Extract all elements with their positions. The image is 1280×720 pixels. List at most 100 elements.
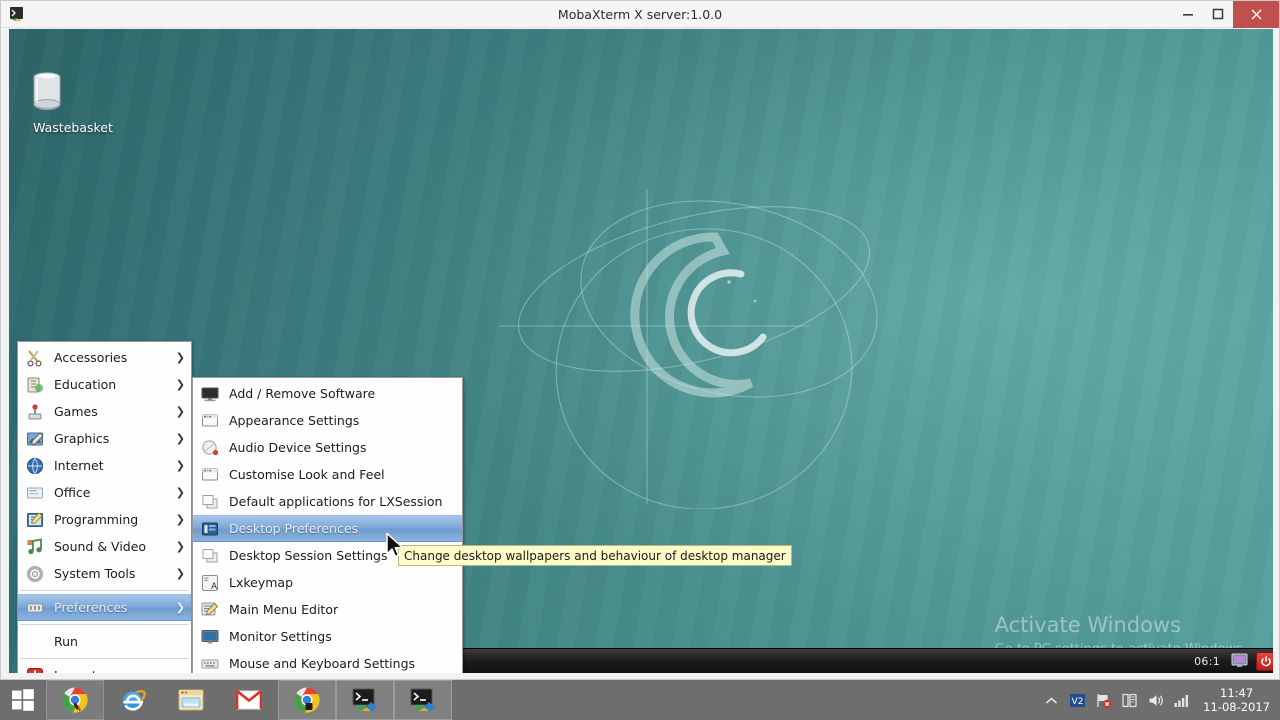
start-button[interactable] bbox=[0, 680, 46, 720]
submenu-item-label: Add / Remove Software bbox=[229, 386, 376, 401]
accessories-icon bbox=[25, 348, 45, 368]
menu-item-label: Graphics bbox=[54, 431, 110, 446]
office-icon bbox=[25, 483, 45, 503]
mouse-cursor bbox=[386, 532, 404, 558]
taskbar-gmail[interactable] bbox=[220, 680, 278, 720]
menu-item-label: System Tools bbox=[54, 566, 136, 581]
taskbar-mobaxterm-2[interactable] bbox=[394, 680, 452, 720]
close-button[interactable] bbox=[1233, 0, 1279, 28]
windows-taskbar[interactable]: V2 11:47 11-08-2017 bbox=[0, 680, 1280, 720]
signal-bars-icon[interactable] bbox=[1173, 692, 1190, 709]
menu-item-logout[interactable]: Logout bbox=[18, 662, 191, 673]
chevron-right-icon: ❯ bbox=[175, 567, 185, 580]
menu-item-label: Logout bbox=[54, 668, 185, 673]
submenu-item-mouse-and-keyboard-settings[interactable]: Mouse and Keyboard Settings bbox=[193, 650, 462, 673]
submenu-item-label: Main Menu Editor bbox=[229, 602, 339, 617]
flag-error-icon[interactable] bbox=[1095, 692, 1112, 709]
submenu-item-label: Customise Look and Feel bbox=[229, 467, 385, 482]
menu-editor-icon bbox=[200, 600, 220, 620]
preferences-icon bbox=[25, 598, 45, 618]
taskbar-chrome-open[interactable] bbox=[278, 680, 336, 720]
no-icon bbox=[25, 632, 45, 652]
keyboard-icon bbox=[200, 654, 220, 674]
menu-item-run[interactable]: Run bbox=[18, 628, 191, 655]
menu-item-system-tools[interactable]: System Tools ❯ bbox=[18, 560, 191, 587]
chevron-right-icon: ❯ bbox=[175, 486, 185, 499]
menu-item-accessories[interactable]: Accessories ❯ bbox=[18, 344, 191, 371]
chevron-right-icon: ❯ bbox=[175, 459, 185, 472]
action-center-icon[interactable] bbox=[1121, 692, 1138, 709]
mobaxterm-icon bbox=[9, 6, 25, 22]
taskbar-clock[interactable]: 11:47 11-08-2017 bbox=[1199, 686, 1276, 714]
appearance-icon bbox=[200, 465, 220, 485]
x-server-desktop[interactable]: Wastebasket Activate Windows Go to PC se… bbox=[9, 29, 1273, 673]
menu-item-internet[interactable]: Internet ❯ bbox=[18, 452, 191, 479]
submenu-item-appearance-settings[interactable]: Appearance Settings bbox=[193, 407, 462, 434]
menu-item-label: Games bbox=[54, 404, 98, 419]
submenu-item-audio-device-settings[interactable]: Audio Device Settings bbox=[193, 434, 462, 461]
windows-stack-icon bbox=[200, 492, 220, 512]
chevron-right-icon: ❯ bbox=[175, 378, 185, 391]
taskbar-explorer[interactable] bbox=[162, 680, 220, 720]
monitor-icon[interactable] bbox=[1230, 651, 1249, 671]
system-tray[interactable]: V2 11:47 11-08-2017 bbox=[1043, 680, 1280, 720]
windows-logo-icon bbox=[11, 688, 35, 712]
maximize-button[interactable] bbox=[1203, 1, 1233, 28]
submenu-item-label: Audio Device Settings bbox=[229, 440, 367, 455]
menu-item-games[interactable]: Games ❯ bbox=[18, 398, 191, 425]
menu-item-label: Sound & Video bbox=[54, 539, 147, 554]
mobaxterm-icon bbox=[410, 688, 436, 712]
taskbar-chrome[interactable] bbox=[46, 680, 104, 720]
svg-text:V2: V2 bbox=[1072, 697, 1084, 707]
preferences-submenu[interactable]: Add / Remove Software Appearance Setting… bbox=[192, 377, 463, 673]
show-hidden-icons[interactable] bbox=[1043, 692, 1060, 709]
menu-item-graphics[interactable]: Graphics ❯ bbox=[18, 425, 191, 452]
submenu-item-label: Lxkeymap bbox=[229, 575, 294, 590]
submenu-item-default-applications-for-lxsession[interactable]: Default applications for LXSession bbox=[193, 488, 462, 515]
explorer-icon bbox=[177, 687, 205, 713]
v2-icon[interactable]: V2 bbox=[1069, 692, 1086, 709]
chevron-right-icon: ❯ bbox=[175, 601, 185, 614]
taskbar-mobaxterm-1[interactable] bbox=[336, 680, 394, 720]
submenu-item-label: Mouse and Keyboard Settings bbox=[229, 656, 416, 671]
submenu-item-customise-look-and-feel[interactable]: Customise Look and Feel bbox=[193, 461, 462, 488]
lxde-main-menu[interactable]: Accessories ❯ Education ❯ Games ❯ Graphi… bbox=[17, 341, 192, 673]
submenu-item-label: Monitor Settings bbox=[229, 629, 332, 644]
mobaxterm-icon bbox=[352, 688, 378, 712]
lxde-clock[interactable]: 06:1 bbox=[1194, 655, 1220, 668]
ie-icon bbox=[119, 686, 147, 714]
minimize-button[interactable] bbox=[1173, 1, 1203, 28]
menu-item-sound-and-video[interactable]: Sound & Video ❯ bbox=[18, 533, 191, 560]
submenu-item-add-remove-software[interactable]: Add / Remove Software bbox=[193, 380, 462, 407]
menu-item-office[interactable]: Office ❯ bbox=[18, 479, 191, 506]
chrome-icon bbox=[293, 686, 321, 714]
power-icon[interactable] bbox=[1256, 651, 1273, 671]
clock-date: 11-08-2017 bbox=[1203, 700, 1270, 714]
screen: MobaXterm X server:1.0.0 Wastebasket Act… bbox=[0, 0, 1280, 720]
sound-video-icon bbox=[25, 537, 45, 557]
submenu-item-lxkeymap[interactable]: A Lxkeymap bbox=[193, 569, 462, 596]
submenu-item-desktop-preferences[interactable]: Desktop Preferences bbox=[193, 515, 462, 542]
menu-separator bbox=[20, 590, 189, 591]
menu-item-label: Preferences bbox=[54, 600, 128, 615]
submenu-item-main-menu-editor[interactable]: Main Menu Editor bbox=[193, 596, 462, 623]
menu-item-education[interactable]: Education ❯ bbox=[18, 371, 191, 398]
menu-item-label: Internet bbox=[54, 458, 104, 473]
chevron-right-icon: ❯ bbox=[175, 513, 185, 526]
submenu-item-label: Appearance Settings bbox=[229, 413, 360, 428]
programming-icon bbox=[25, 510, 45, 530]
debian-swirl-graphic bbox=[499, 189, 878, 509]
window-title: MobaXterm X server:1.0.0 bbox=[557, 6, 723, 22]
speaker-icon[interactable] bbox=[1147, 692, 1164, 709]
desktop-icon-wastebasket[interactable]: Wastebasket bbox=[27, 67, 119, 136]
submenu-item-monitor-settings[interactable]: Monitor Settings bbox=[193, 623, 462, 650]
window-titlebar[interactable]: MobaXterm X server:1.0.0 bbox=[1, 0, 1279, 28]
menu-item-label: Programming bbox=[54, 512, 139, 527]
chrome-icon bbox=[61, 686, 89, 714]
taskbar-ie[interactable] bbox=[104, 680, 162, 720]
system-tools-icon bbox=[25, 564, 45, 584]
menu-item-preferences[interactable]: Preferences ❯ bbox=[18, 594, 191, 621]
desktop-prefs-icon bbox=[200, 519, 220, 539]
menu-item-programming[interactable]: Programming ❯ bbox=[18, 506, 191, 533]
trash-icon bbox=[27, 67, 119, 115]
